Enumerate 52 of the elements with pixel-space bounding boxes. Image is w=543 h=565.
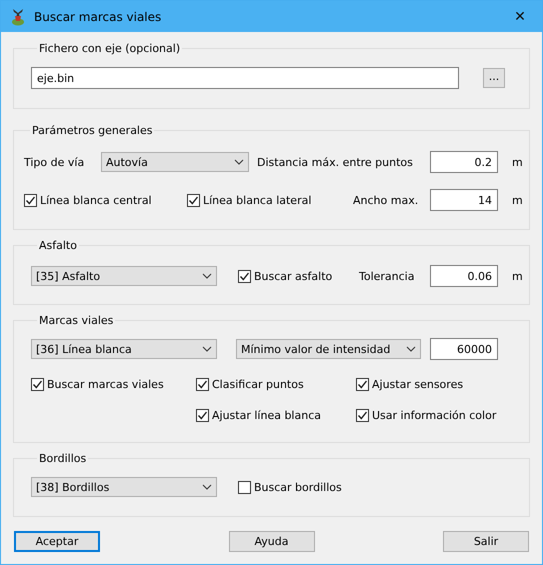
checkbox-label[interactable]: Línea blanca lateral — [203, 194, 312, 206]
close-button[interactable]: ✕ — [498, 1, 542, 32]
checkbox-label[interactable]: Buscar marcas viales — [47, 378, 164, 391]
layer-select[interactable]: [38] Bordillos — [31, 477, 217, 497]
layer-select[interactable]: [35] Asfalto — [31, 266, 217, 286]
field-label: Tipo de vía — [24, 156, 86, 168]
width-field[interactable]: 14 — [430, 189, 498, 211]
app-icon — [10, 8, 26, 26]
road-type-select[interactable]: Autovía — [101, 152, 249, 172]
group-title: Parámetros generales — [31, 124, 154, 137]
window-title: Buscar marcas viales — [34, 10, 162, 24]
checkbox-label[interactable]: Ajustar línea blanca — [212, 409, 321, 422]
chevron-down-icon — [234, 159, 244, 165]
distance-field[interactable]: 0.2 — [430, 151, 498, 173]
dialog-button[interactable]: Aceptar — [14, 531, 100, 552]
checkbox-label[interactable]: Usar información color — [372, 409, 496, 422]
checkbox[interactable] — [24, 194, 37, 206]
group-title: Marcas viales — [38, 314, 114, 327]
field-label: Tolerancia — [359, 270, 416, 282]
group-title: Bordillos — [38, 452, 88, 465]
checkbox[interactable] — [196, 409, 209, 422]
field-label: Distancia máx. entre puntos — [257, 156, 414, 168]
checkbox[interactable] — [31, 378, 44, 391]
checkbox[interactable] — [238, 270, 251, 282]
unit-label: m — [512, 270, 523, 282]
checkbox-label[interactable]: Clasificar puntos — [212, 378, 304, 391]
unit-label: m — [512, 156, 523, 168]
file-field[interactable]: eje.bin — [31, 67, 459, 89]
checkbox-label[interactable]: Buscar bordillos — [254, 480, 342, 494]
group-title: Fichero con eje (opcional) — [38, 42, 182, 55]
checkbox[interactable] — [187, 194, 200, 206]
chevron-down-icon — [202, 346, 212, 352]
checkbox[interactable] — [356, 409, 369, 422]
tolerance-field[interactable]: 0.06 — [430, 265, 498, 287]
checkbox[interactable] — [238, 480, 251, 494]
layer-select[interactable]: [36] Línea blanca — [31, 339, 217, 359]
checkbox[interactable] — [356, 378, 369, 391]
browse-button[interactable]: ... — [483, 68, 505, 88]
checkbox-label[interactable]: Buscar asfalto — [254, 270, 332, 282]
group-title: Asfalto — [38, 239, 78, 252]
unit-label: m — [512, 194, 523, 206]
checkbox[interactable] — [196, 378, 209, 391]
chevron-down-icon — [202, 273, 212, 279]
field-label: Ancho max. — [353, 194, 420, 206]
chevron-down-icon — [406, 346, 416, 352]
dialog-button[interactable]: Salir — [443, 531, 529, 552]
checkbox-label[interactable]: Ajustar sensores — [372, 378, 464, 391]
chevron-down-icon — [202, 484, 212, 490]
checkbox-label[interactable]: Línea blanca central — [40, 194, 152, 206]
threshold-field[interactable]: 60000 — [430, 338, 498, 360]
criterion-select[interactable]: Mínimo valor de intensidad — [236, 339, 421, 359]
dialog-button[interactable]: Ayuda — [228, 531, 314, 552]
